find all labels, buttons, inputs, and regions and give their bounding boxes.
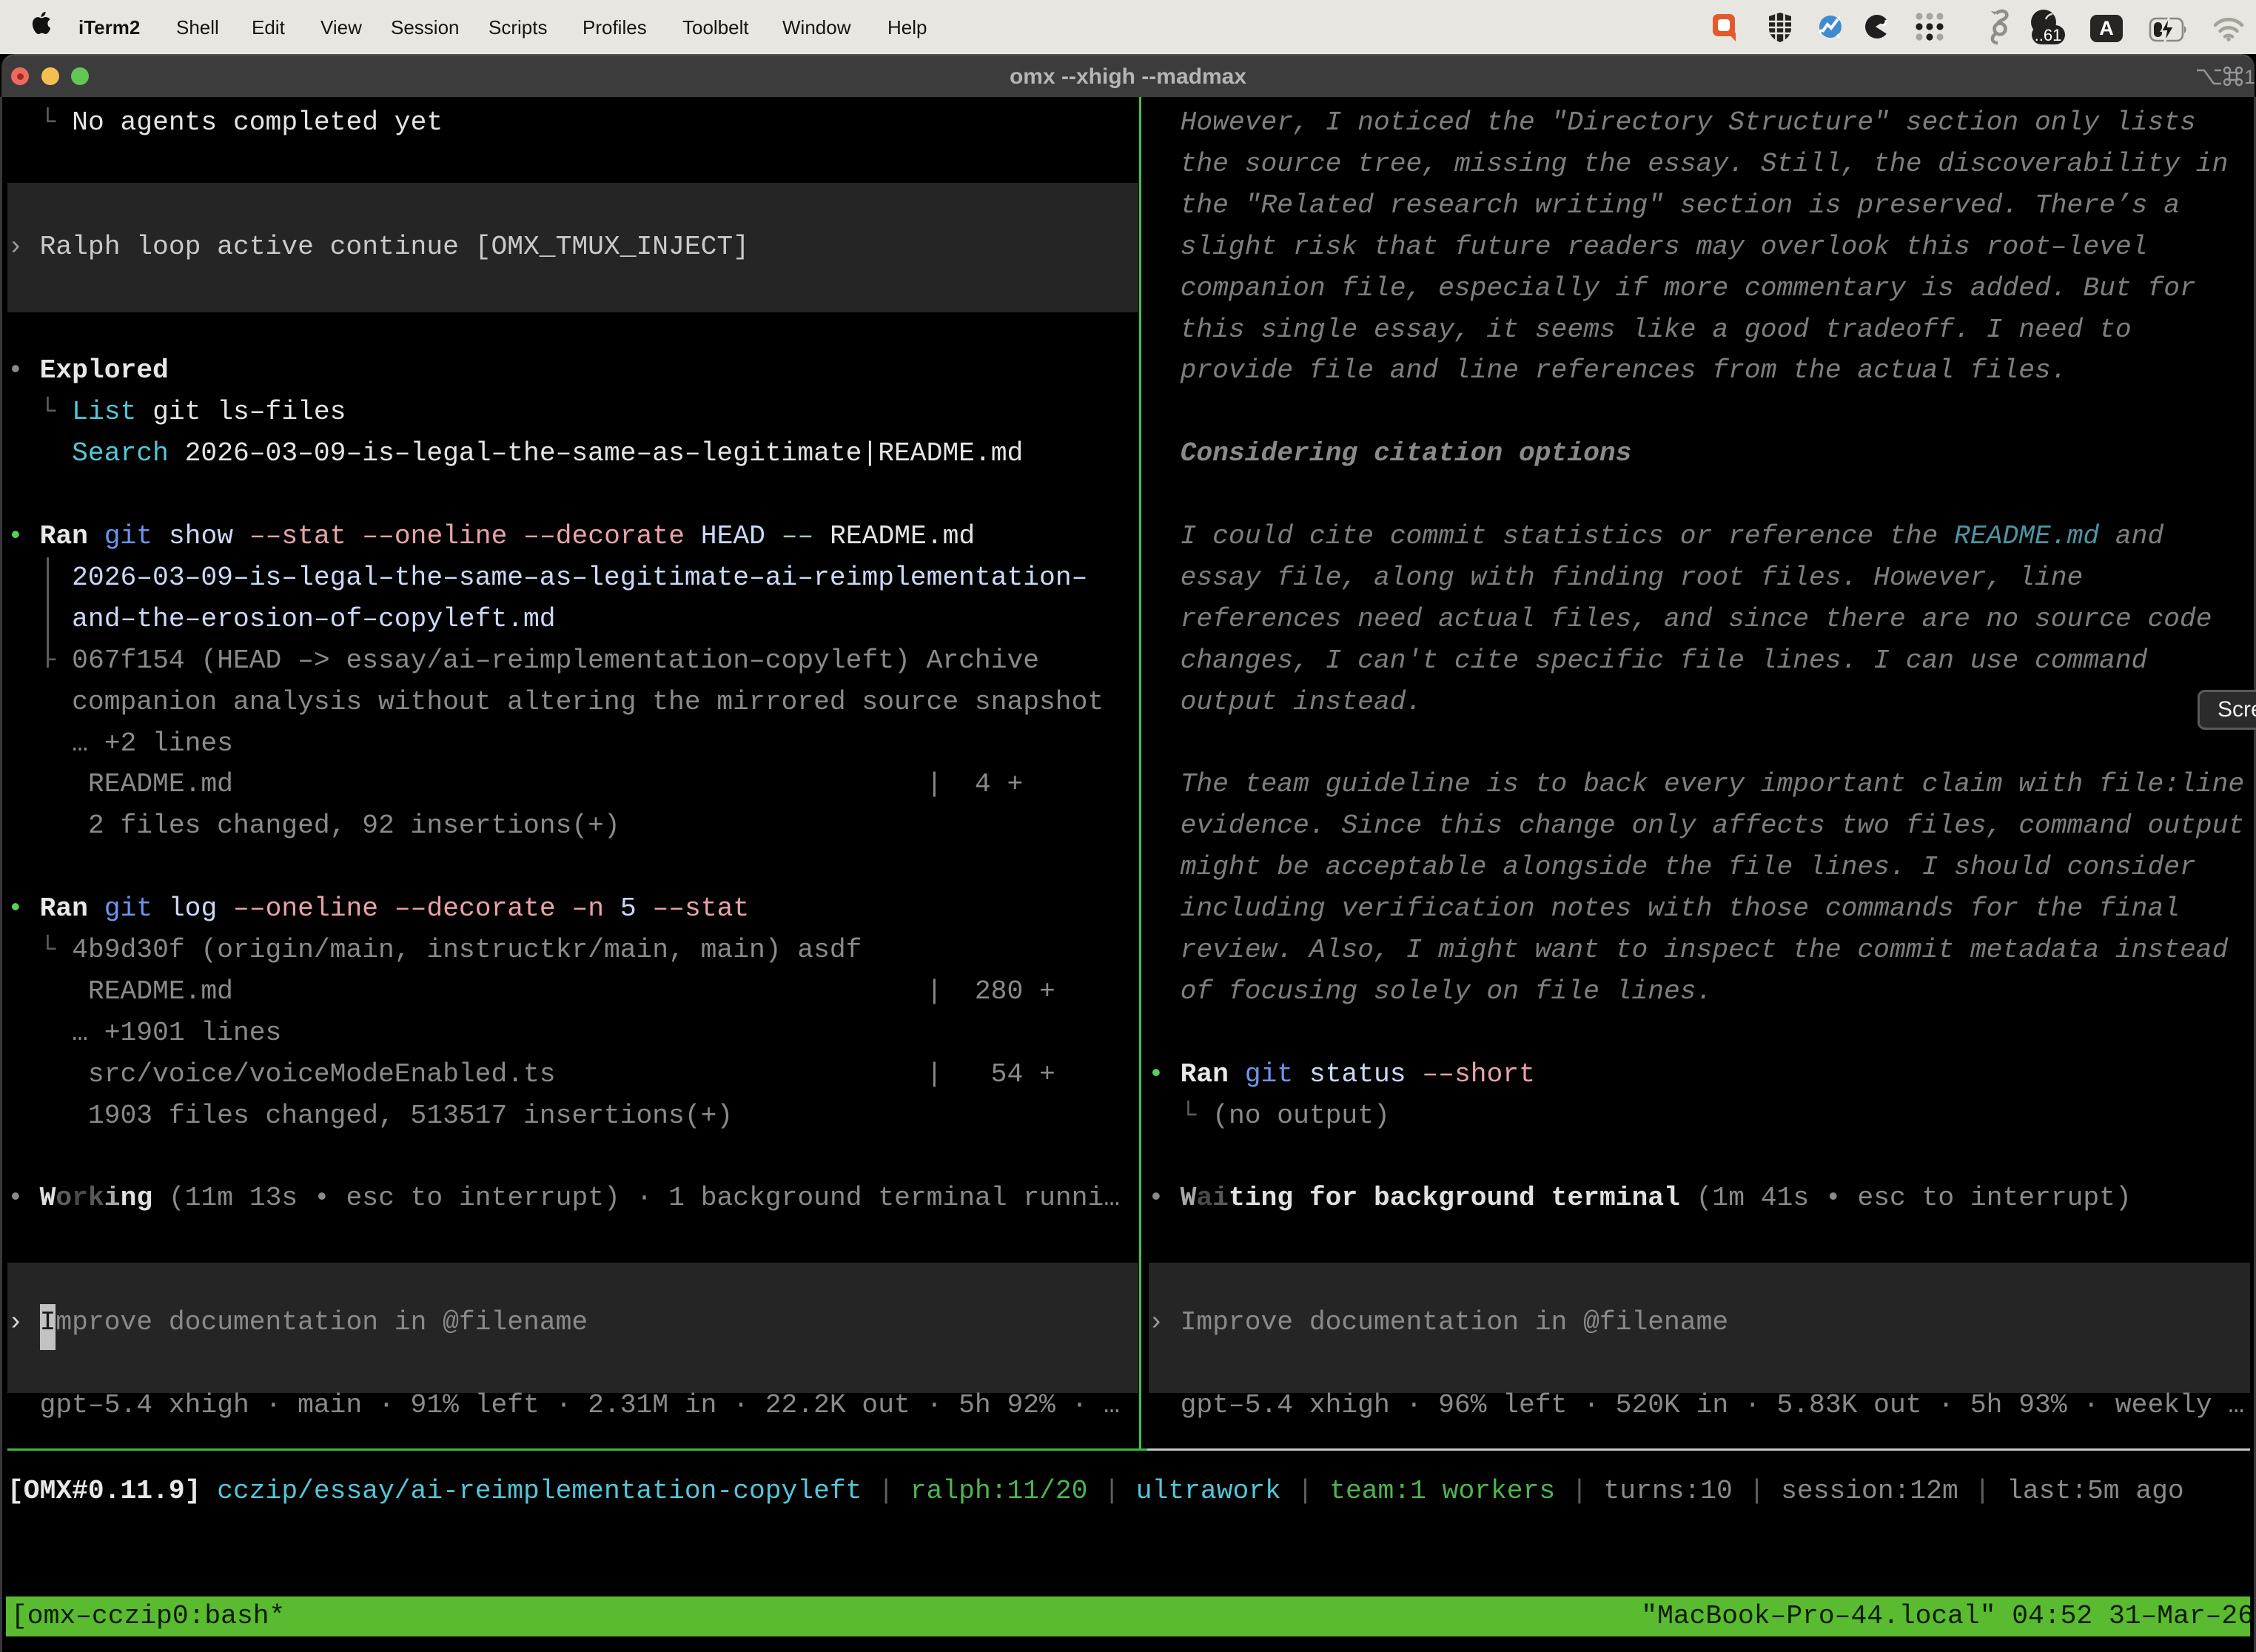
svg-text:..61: ..61 (2035, 26, 2062, 44)
svg-text:1: 1 (2244, 66, 2255, 88)
